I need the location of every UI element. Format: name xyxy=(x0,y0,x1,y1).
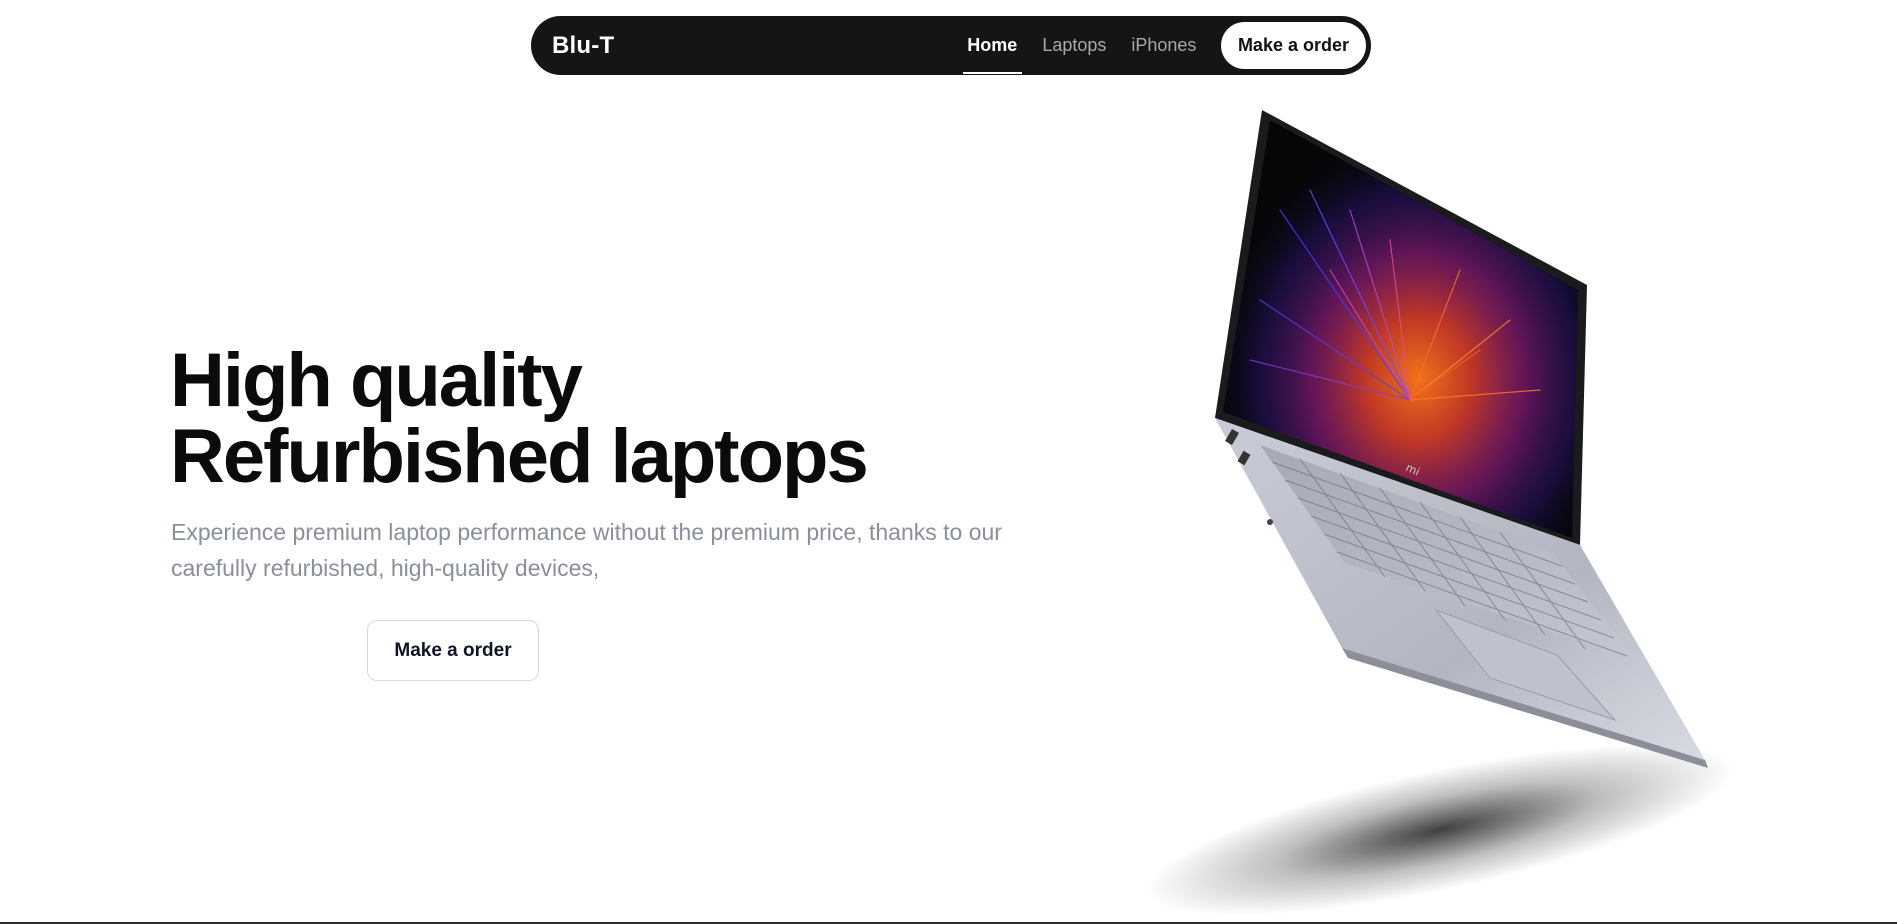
brand-logo[interactable]: Blu-T xyxy=(552,32,614,60)
nav-order-button[interactable]: Make a order xyxy=(1220,22,1366,69)
hero-description: Experience premium laptop performance wi… xyxy=(171,519,1002,581)
laptop-illustration: mi xyxy=(1146,110,1734,916)
navbar: Blu-T Home Laptops iPhones Make a order xyxy=(531,16,1371,75)
hero-title: High quality Refurbished laptops xyxy=(170,338,869,499)
nav-link-home[interactable]: Home xyxy=(955,16,1030,75)
nav-link-laptops[interactable]: Laptops xyxy=(1030,16,1119,75)
hero-title-line-1: High quality xyxy=(170,338,583,423)
nav-links: Home Laptops iPhones Make a order xyxy=(955,16,1366,75)
hero-order-button[interactable]: Make a order xyxy=(367,620,539,681)
hero-title-line-2: Refurbished laptops xyxy=(170,414,869,499)
page: Blu-T Home Laptops iPhones Make a order … xyxy=(0,0,1897,924)
laptop-image: mi xyxy=(1080,100,1740,920)
nav-link-iphones[interactable]: iPhones xyxy=(1119,16,1209,75)
